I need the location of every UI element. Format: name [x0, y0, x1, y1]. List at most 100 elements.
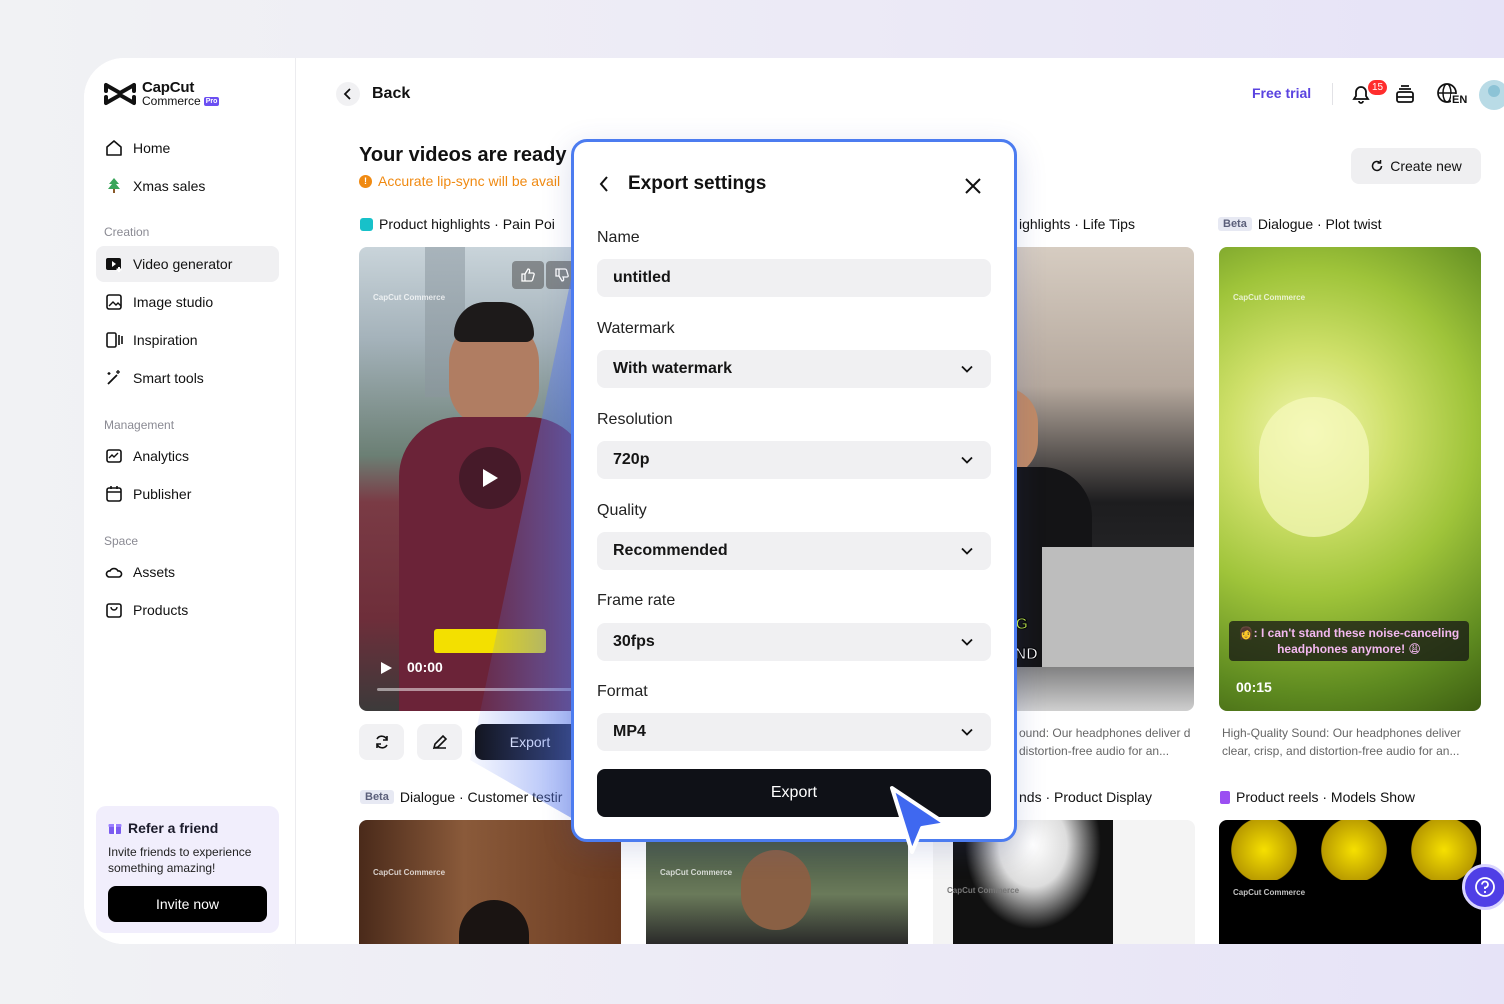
card-title: nds · Product Display	[1019, 789, 1153, 805]
card-description-4: High-Quality Sound: Our headphones deliv…	[1222, 726, 1461, 758]
watermark-select[interactable]: With watermark	[597, 350, 991, 388]
watermark: CapCut Commerce	[1233, 293, 1306, 302]
avatar[interactable]	[1479, 80, 1504, 110]
sidebar-item-publisher[interactable]: Publisher	[96, 476, 279, 512]
capcut-logo-icon	[104, 82, 136, 105]
language-code: EN	[1451, 94, 1469, 106]
dialogue-caption: 👩: I can't stand these noise-canceling h…	[1229, 621, 1469, 661]
name-input[interactable]: untitled	[597, 259, 991, 297]
tree-icon	[108, 178, 120, 193]
format-value: MP4	[613, 723, 646, 740]
framerate-label: Frame rate	[597, 592, 676, 609]
sidebar-item-label: Home	[133, 140, 171, 156]
card-title: Dialogue · Customer testir	[399, 789, 563, 805]
free-trial-link[interactable]: Free trial	[1252, 85, 1311, 101]
presenter-hair	[454, 302, 534, 342]
logo[interactable]: CapCut Commerce Pro	[104, 80, 220, 108]
refresh-icon	[1371, 160, 1383, 172]
person-head	[459, 900, 529, 944]
close-icon[interactable]	[962, 175, 984, 197]
watermark-value: With watermark	[613, 360, 732, 377]
keyboard	[1042, 547, 1194, 667]
sidebar-item-video-generator[interactable]: Video generator	[96, 246, 279, 282]
sidebar-item-label: Inspiration	[133, 332, 198, 348]
cloud-icon	[105, 567, 123, 578]
quality-select[interactable]: Recommended	[597, 532, 991, 570]
chevron-down-icon	[961, 365, 973, 373]
gift-icon	[108, 824, 122, 834]
card-label-row2-1: Beta Dialogue · Customer testir	[360, 789, 562, 805]
create-new-button[interactable]: Create new	[1351, 148, 1481, 184]
mouse-cursor-icon	[890, 786, 948, 854]
sidebar-item-assets[interactable]: Assets	[96, 554, 279, 590]
card-title: ighlights · Life Tips	[1019, 216, 1135, 232]
export-settings-modal: Export settings Name untitled Watermark …	[571, 139, 1017, 842]
lip-sync-notice: ! Accurate lip-sync will be avail	[359, 173, 560, 189]
sidebar-item-inspiration[interactable]: Inspiration	[96, 322, 279, 358]
thumbs-up-icon	[521, 268, 535, 282]
invite-now-button[interactable]: Invite now	[108, 886, 267, 922]
product-reels-icon	[1220, 790, 1230, 804]
refer-card: Refer a friend Invite friends to experie…	[96, 806, 279, 933]
sidebar-item-products[interactable]: Products	[96, 592, 279, 628]
modal-title: Export settings	[628, 173, 767, 194]
resolution-select[interactable]: 720p	[597, 441, 991, 479]
video-preview-row2-4[interactable]: CapCut Commerce	[1219, 820, 1481, 944]
sidebar-item-label: Smart tools	[133, 370, 204, 386]
chevron-left-icon	[343, 88, 351, 100]
page-title: Your videos are ready	[359, 144, 567, 166]
light-spot-2	[1319, 820, 1389, 880]
sidebar-item-home[interactable]: Home	[96, 130, 279, 166]
video-plus-icon	[106, 258, 122, 272]
layers-icon[interactable]	[1394, 84, 1416, 106]
regenerate-button[interactable]	[359, 724, 404, 760]
play-button[interactable]	[459, 447, 521, 509]
thumbs-up-button[interactable]	[512, 261, 544, 289]
chevron-down-icon	[961, 456, 973, 464]
sidebar-item-image-studio[interactable]: Image studio	[96, 284, 279, 320]
card-title: Dialogue · Plot twist	[1257, 216, 1382, 232]
regenerate-icon	[375, 735, 388, 749]
sidebar: CapCut Commerce Pro Home Xmas sales Creat…	[84, 58, 296, 944]
sidebar-item-xmas[interactable]: Xmas sales	[96, 168, 279, 204]
back-label: Back	[372, 85, 411, 102]
quality-value: Recommended	[613, 542, 728, 559]
yellow-subtitle-bar	[434, 629, 546, 653]
sidebar-item-label: Video generator	[133, 256, 233, 272]
format-select[interactable]: MP4	[597, 713, 991, 751]
language-selector[interactable]: EN	[1436, 82, 1469, 110]
brand-sub: Commerce	[142, 94, 201, 108]
warning-icon: !	[359, 174, 372, 188]
calendar-icon	[106, 486, 122, 502]
section-label-space: Space	[104, 534, 139, 548]
image-icon	[106, 294, 122, 310]
pencil-icon	[432, 734, 447, 750]
back-button[interactable]: Back	[336, 82, 410, 106]
help-button[interactable]	[1462, 864, 1504, 910]
edit-button[interactable]	[417, 724, 462, 760]
card-export-button[interactable]: Export	[475, 724, 585, 760]
card-title: Product reels · Models Show	[1236, 789, 1415, 805]
person-highlight	[1259, 397, 1369, 537]
analytics-icon	[106, 449, 122, 463]
card-label-row2-4: Product reels · Models Show	[1220, 789, 1415, 805]
sidebar-item-analytics[interactable]: Analytics	[96, 438, 279, 474]
framerate-select[interactable]: 30fps	[597, 623, 991, 661]
play-icon	[483, 469, 498, 487]
watermark: CapCut Commerce	[660, 868, 733, 877]
card-label-1: Product highlights · Pain Poi	[360, 216, 555, 232]
modal-header: Export settings	[598, 173, 766, 195]
sidebar-item-smart-tools[interactable]: Smart tools	[96, 360, 279, 396]
card-title: Product highlights · Pain Poi	[379, 216, 555, 232]
watermark: CapCut Commerce	[373, 293, 446, 302]
video-duration: 00:15	[1236, 679, 1272, 695]
watermark: CapCut Commerce	[947, 886, 1020, 895]
progress-bar[interactable]	[377, 688, 603, 691]
refer-description: Invite friends to experience something a…	[108, 845, 252, 875]
chevron-left-icon[interactable]	[598, 175, 610, 193]
video-preview-4[interactable]: CapCut Commerce 👩: I can't stand these n…	[1219, 247, 1481, 711]
play-small-icon[interactable]	[379, 661, 393, 675]
question-icon	[1475, 877, 1495, 897]
person-face	[741, 850, 811, 930]
thumbs-down-icon	[555, 268, 569, 282]
